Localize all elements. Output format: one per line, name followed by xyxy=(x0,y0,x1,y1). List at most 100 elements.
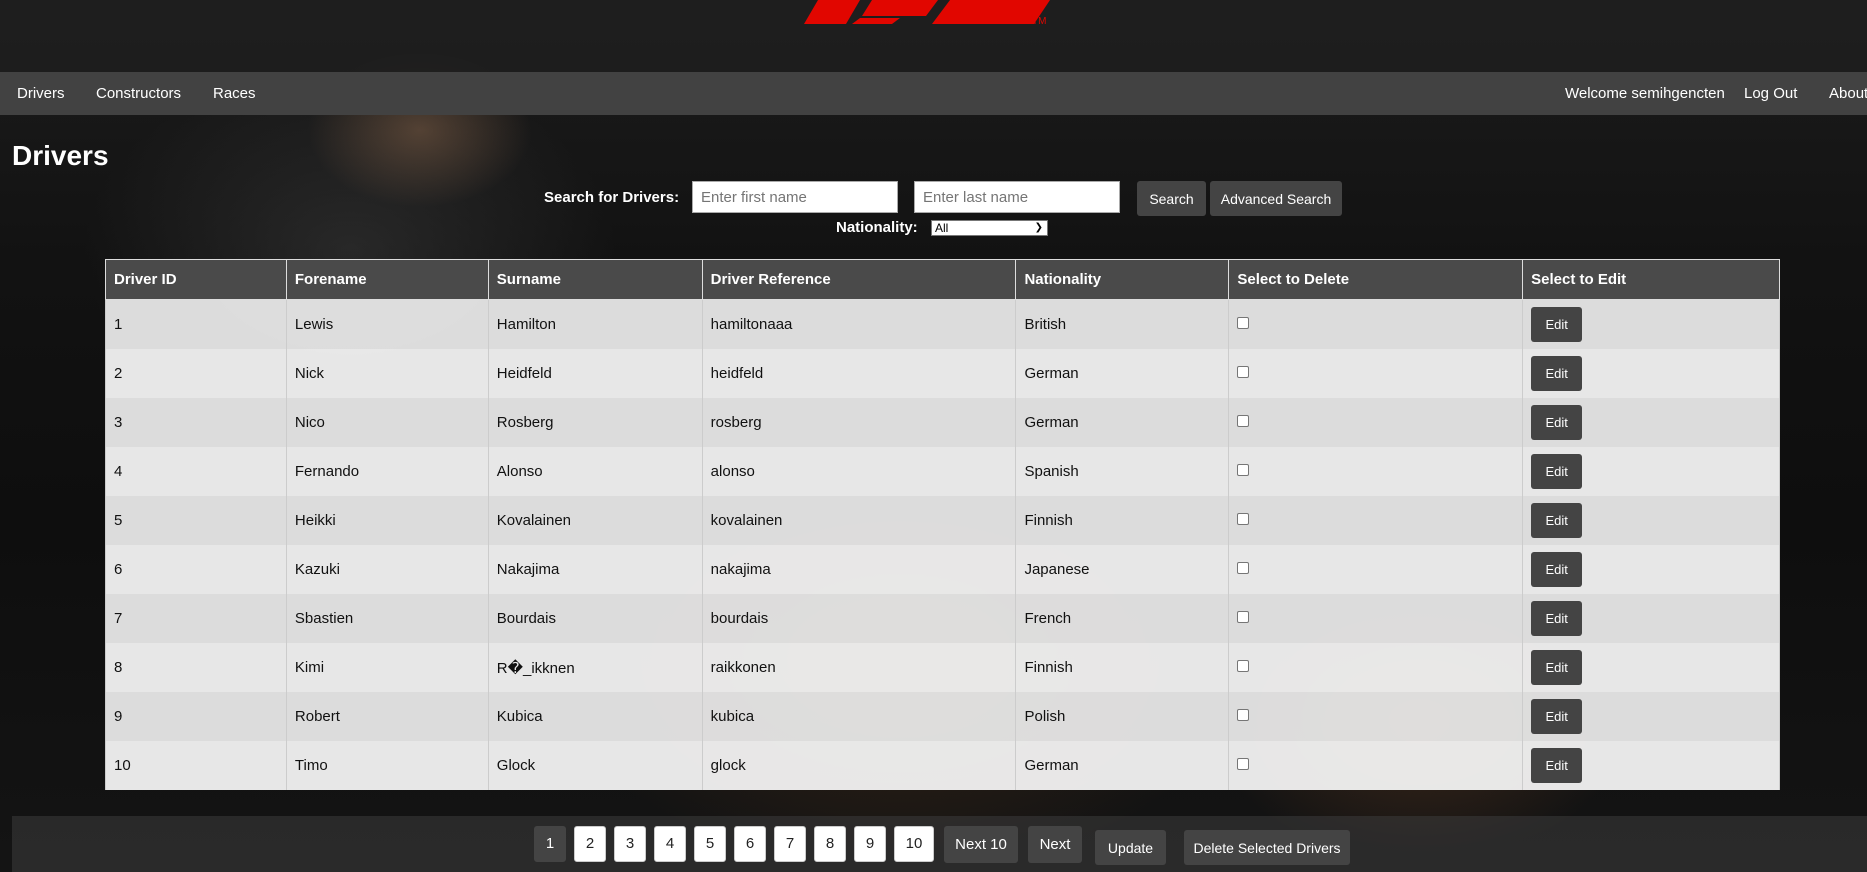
delete-checkbox[interactable] xyxy=(1237,366,1250,378)
nationality-label: Nationality: xyxy=(836,219,918,236)
edit-button[interactable]: Edit xyxy=(1531,307,1583,342)
cell-driver-id: 2 xyxy=(105,349,287,398)
delete-checkbox[interactable] xyxy=(1237,758,1250,770)
page-5-button[interactable]: 5 xyxy=(694,826,726,862)
table-row: 7 Sbastien Bourdais bourdais French Edit xyxy=(105,594,1780,643)
cell-driver-reference: glock xyxy=(701,741,1017,790)
cell-forename: Kimi xyxy=(285,643,489,692)
cell-driver-reference: raikkonen xyxy=(701,643,1017,692)
edit-button[interactable]: Edit xyxy=(1531,552,1583,587)
delete-selected-drivers-button[interactable]: Delete Selected Drivers xyxy=(1184,830,1350,865)
cell-forename: Heikki xyxy=(285,496,489,545)
nav-constructors-link[interactable]: Constructors xyxy=(96,72,181,115)
about-link[interactable]: About xyxy=(1829,72,1867,115)
cell-surname: Kovalainen xyxy=(487,496,703,545)
logout-link[interactable]: Log Out xyxy=(1744,72,1797,115)
nav-drivers-link[interactable]: Drivers xyxy=(17,72,65,115)
edit-button[interactable]: Edit xyxy=(1531,356,1583,391)
page-9-button[interactable]: 9 xyxy=(854,826,886,862)
edit-button[interactable]: Edit xyxy=(1531,454,1583,489)
cell-delete xyxy=(1228,398,1524,447)
page-4-button[interactable]: 4 xyxy=(654,826,686,862)
cell-forename: Fernando xyxy=(285,447,489,496)
page-3-button[interactable]: 3 xyxy=(614,826,646,862)
update-button[interactable]: Update xyxy=(1095,830,1166,865)
edit-button[interactable]: Edit xyxy=(1531,699,1583,734)
pagination-bar xyxy=(12,816,1867,872)
cell-driver-id: 5 xyxy=(105,496,287,545)
chevron-down-icon: ❯ xyxy=(1034,222,1043,233)
header-nationality: Nationality xyxy=(1015,259,1230,300)
page-title: Drivers xyxy=(12,140,109,171)
last-name-input[interactable] xyxy=(914,181,1120,213)
cell-forename: Sbastien xyxy=(285,594,489,643)
cell-surname: Glock xyxy=(487,741,703,790)
cell-edit: Edit xyxy=(1522,741,1780,790)
nav-races-link[interactable]: Races xyxy=(213,72,256,115)
page-6-button[interactable]: 6 xyxy=(734,826,766,862)
page-8-button[interactable]: 8 xyxy=(814,826,846,862)
header-driver-reference: Driver Reference xyxy=(701,259,1017,300)
cell-nationality: German xyxy=(1015,349,1230,398)
page-10-button[interactable]: 10 xyxy=(894,826,934,862)
first-name-input[interactable] xyxy=(692,181,898,213)
cell-delete xyxy=(1228,741,1524,790)
next-button[interactable]: Next xyxy=(1028,826,1082,863)
cell-nationality: German xyxy=(1015,741,1230,790)
cell-forename: Kazuki xyxy=(285,545,489,594)
cell-surname: R�_ikknen xyxy=(487,643,703,692)
edit-button[interactable]: Edit xyxy=(1531,503,1583,538)
delete-checkbox[interactable] xyxy=(1237,562,1250,574)
delete-checkbox[interactable] xyxy=(1237,464,1250,476)
edit-button[interactable]: Edit xyxy=(1531,405,1583,440)
edit-button[interactable]: Edit xyxy=(1531,650,1583,685)
page-1-button[interactable]: 1 xyxy=(534,826,566,862)
cell-driver-reference: kubica xyxy=(701,692,1017,741)
nationality-select[interactable]: All ❯ xyxy=(931,220,1048,236)
search-button[interactable]: Search xyxy=(1137,181,1206,216)
cell-surname: Kubica xyxy=(487,692,703,741)
cell-driver-reference: rosberg xyxy=(701,398,1017,447)
cell-nationality: Spanish xyxy=(1015,447,1230,496)
cell-driver-id: 6 xyxy=(105,545,287,594)
page-2-button[interactable]: 2 xyxy=(574,826,606,862)
cell-edit: Edit xyxy=(1522,496,1780,545)
delete-checkbox[interactable] xyxy=(1237,611,1250,623)
delete-checkbox[interactable] xyxy=(1237,660,1250,672)
delete-checkbox[interactable] xyxy=(1237,513,1250,525)
table-row: 6 Kazuki Nakajima nakajima Japanese Edit xyxy=(105,545,1780,594)
f1-logo: TM xyxy=(804,0,1050,27)
cell-surname: Rosberg xyxy=(487,398,703,447)
advanced-search-button[interactable]: Advanced Search xyxy=(1210,181,1342,216)
edit-button[interactable]: Edit xyxy=(1531,748,1583,783)
delete-checkbox[interactable] xyxy=(1237,415,1250,427)
cell-edit: Edit xyxy=(1522,398,1780,447)
cell-driver-reference: nakajima xyxy=(701,545,1017,594)
page-7-button[interactable]: 7 xyxy=(774,826,806,862)
cell-forename: Nico xyxy=(285,398,489,447)
table-row: 3 Nico Rosberg rosberg German Edit xyxy=(105,398,1780,447)
cell-nationality: Finnish xyxy=(1015,496,1230,545)
delete-checkbox[interactable] xyxy=(1237,709,1250,721)
cell-forename: Robert xyxy=(285,692,489,741)
main-nav: Drivers Constructors Races Welcome semih… xyxy=(0,72,1867,115)
header-select-edit: Select to Edit xyxy=(1522,259,1780,300)
edit-button[interactable]: Edit xyxy=(1531,601,1583,636)
cell-delete xyxy=(1228,545,1524,594)
cell-surname: Bourdais xyxy=(487,594,703,643)
cell-nationality: Japanese xyxy=(1015,545,1230,594)
cell-driver-id: 7 xyxy=(105,594,287,643)
drivers-table: Driver ID Forename Surname Driver Refere… xyxy=(105,259,1780,790)
cell-driver-id: 8 xyxy=(105,643,287,692)
cell-driver-reference: alonso xyxy=(701,447,1017,496)
cell-delete xyxy=(1228,299,1524,349)
cell-delete xyxy=(1228,692,1524,741)
cell-delete xyxy=(1228,447,1524,496)
next-10-button[interactable]: Next 10 xyxy=(944,826,1018,863)
cell-nationality: Polish xyxy=(1015,692,1230,741)
delete-checkbox[interactable] xyxy=(1237,317,1250,329)
table-header-row: Driver ID Forename Surname Driver Refere… xyxy=(105,259,1780,300)
nationality-selected-value: All xyxy=(935,221,949,235)
cell-driver-id: 3 xyxy=(105,398,287,447)
table-row: 8 Kimi R�_ikknen raikkonen Finnish Edit xyxy=(105,643,1780,692)
